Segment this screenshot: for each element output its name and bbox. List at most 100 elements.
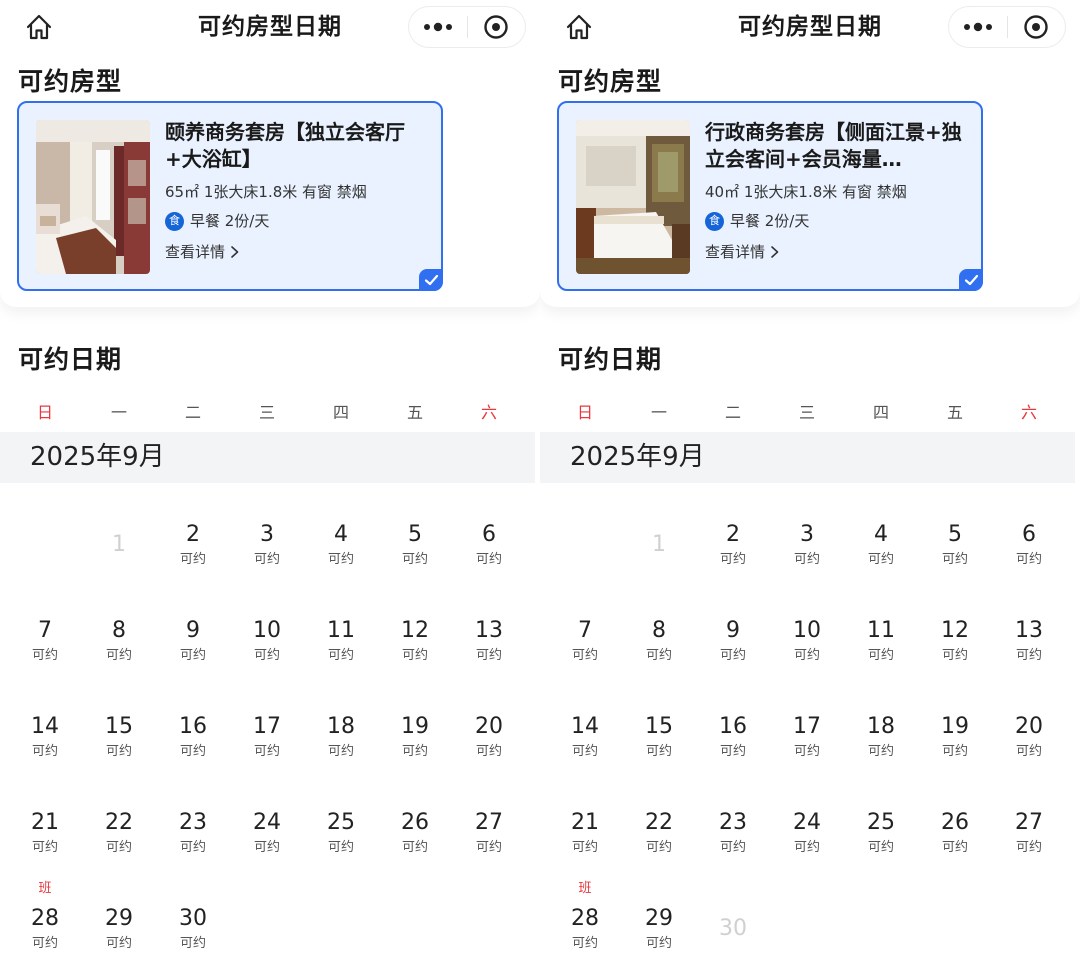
calendar-day[interactable]: 20 可约 — [452, 689, 526, 785]
day-number: 21 — [571, 810, 599, 835]
calendar-day[interactable]: 13 可约 — [992, 593, 1066, 689]
calendar-day[interactable]: 11 可约 — [844, 593, 918, 689]
weekday-mon: 一 — [650, 403, 667, 422]
calendar-day[interactable]: 8 可约 — [82, 593, 156, 689]
calendar-day[interactable]: 班 28 可约 — [8, 881, 82, 973]
calendar-day[interactable]: 4 可约 — [844, 497, 918, 593]
calendar-day[interactable]: 10 可约 — [230, 593, 304, 689]
availability-label: 可约 — [253, 552, 280, 567]
calendar-day[interactable]: 19 可约 — [378, 689, 452, 785]
calendar-day[interactable]: 9 可约 — [696, 593, 770, 689]
room-card-selected[interactable]: 颐养商务套房【独立会客厅+大浴缸】 65㎡ 1张大床1.8米 有窗 禁烟 食 早… — [17, 101, 443, 291]
calendar-day[interactable]: 7 可约 — [548, 593, 622, 689]
calendar-day[interactable]: 23 可约 — [696, 785, 770, 881]
calendar-day[interactable]: 22 可约 — [622, 785, 696, 881]
day-number: 8 — [652, 618, 666, 643]
calendar-day[interactable]: 18 可约 — [304, 689, 378, 785]
calendar-day[interactable]: 24 可约 — [770, 785, 844, 881]
close-button[interactable] — [1007, 7, 1065, 47]
calendar-day[interactable]: 3 可约 — [770, 497, 844, 593]
calendar-day[interactable]: 25 可约 — [844, 785, 918, 881]
availability-label: 可约 — [179, 648, 206, 663]
weekday-wed: 三 — [258, 403, 275, 422]
calendar-day[interactable]: 7 可约 — [8, 593, 82, 689]
calendar-day[interactable]: 14 可约 — [548, 689, 622, 785]
view-detail-label: 查看详情 — [165, 243, 226, 261]
availability-label: 可约 — [31, 840, 58, 855]
availability-label: 可约 — [867, 744, 894, 759]
calendar-day[interactable]: 10 可约 — [770, 593, 844, 689]
calendar-day[interactable]: 2 可约 — [156, 497, 230, 593]
calendar-day[interactable]: 21 可约 — [8, 785, 82, 881]
close-button[interactable] — [467, 7, 525, 47]
more-button[interactable] — [949, 7, 1007, 47]
availability-label: 可约 — [105, 840, 132, 855]
calendar-day[interactable]: 16 可约 — [156, 689, 230, 785]
calendar-day[interactable]: 24 可约 — [230, 785, 304, 881]
availability-label: 可约 — [475, 648, 502, 663]
day-number: 28 — [31, 906, 59, 931]
day-number: 27 — [475, 810, 503, 835]
availability-label: 可约 — [719, 552, 746, 567]
weekday-sat: 六 — [1020, 403, 1037, 422]
day-number: 18 — [327, 714, 355, 739]
calendar-day[interactable]: 27 可约 — [992, 785, 1066, 881]
room-card-selected[interactable]: 行政商务套房【侧面江景+独立会客间+会员海量… 40㎡ 1张大床1.8米 有窗 … — [557, 101, 983, 291]
calendar-day[interactable]: 16 可约 — [696, 689, 770, 785]
calendar-day[interactable]: 3 可约 — [230, 497, 304, 593]
room-breakfast: 食 早餐 2份/天 — [165, 211, 427, 231]
day-number: 8 — [112, 618, 126, 643]
calendar-day: 1 — [82, 497, 156, 593]
view-detail-link[interactable]: 查看详情 — [165, 242, 427, 262]
availability-label: 可约 — [401, 552, 428, 567]
calendar-day[interactable]: 26 可约 — [918, 785, 992, 881]
calendar-day[interactable]: 17 可约 — [770, 689, 844, 785]
calendar-day[interactable]: 班 28 可约 — [548, 881, 622, 973]
calendar-day[interactable]: 30 可约 — [156, 881, 230, 973]
room-section-title: 可约房型 — [558, 67, 663, 96]
day-number: 24 — [793, 810, 821, 835]
calendar-day[interactable]: 5 可约 — [918, 497, 992, 593]
calendar-day[interactable]: 4 可约 — [304, 497, 378, 593]
workday-tag: 班 — [578, 881, 592, 896]
calendar-day[interactable]: 27 可约 — [452, 785, 526, 881]
calendar-day[interactable]: 22 可约 — [82, 785, 156, 881]
calendar-day[interactable]: 13 可约 — [452, 593, 526, 689]
calendar-day[interactable]: 5 可约 — [378, 497, 452, 593]
calendar-day[interactable]: 12 可约 — [918, 593, 992, 689]
calendar-day[interactable]: 15 可约 — [622, 689, 696, 785]
calendar-day[interactable]: 23 可约 — [156, 785, 230, 881]
day-number: 10 — [793, 618, 821, 643]
calendar-day[interactable]: 6 可约 — [452, 497, 526, 593]
view-detail-link[interactable]: 查看详情 — [705, 242, 967, 262]
availability-label: 可约 — [253, 744, 280, 759]
calendar-day[interactable]: 21 可约 — [548, 785, 622, 881]
calendar-day[interactable]: 19 可约 — [918, 689, 992, 785]
availability-label: 可约 — [793, 648, 820, 663]
breakfast-icon: 食 — [705, 211, 724, 231]
calendar-day[interactable]: 29 可约 — [82, 881, 156, 973]
calendar-day[interactable]: 15 可约 — [82, 689, 156, 785]
day-number: 26 — [401, 810, 429, 835]
calendar-day[interactable]: 9 可约 — [156, 593, 230, 689]
availability-label: 可约 — [719, 744, 746, 759]
calendar-day[interactable]: 14 可约 — [8, 689, 82, 785]
calendar-day[interactable]: 6 可约 — [992, 497, 1066, 593]
calendar-day[interactable]: 29 可约 — [622, 881, 696, 973]
calendar-day[interactable]: 17 可约 — [230, 689, 304, 785]
calendar-day[interactable]: 26 可约 — [378, 785, 452, 881]
more-button[interactable] — [409, 7, 467, 47]
calendar-day[interactable]: 8 可约 — [622, 593, 696, 689]
calendar-day[interactable]: 11 可约 — [304, 593, 378, 689]
calendar-day[interactable]: 25 可约 — [304, 785, 378, 881]
calendar-day[interactable]: 12 可约 — [378, 593, 452, 689]
navbar: 可约房型日期 — [540, 0, 1080, 54]
calendar-day[interactable]: 2 可约 — [696, 497, 770, 593]
navbar: 可约房型日期 — [0, 0, 540, 54]
calendar-day[interactable]: 18 可约 — [844, 689, 918, 785]
availability-label: 可约 — [645, 840, 672, 855]
availability-label: 可约 — [179, 744, 206, 759]
day-number: 16 — [719, 714, 747, 739]
weekday-header: 日 一 二 三 四 五 六 — [8, 398, 533, 428]
calendar-day[interactable]: 20 可约 — [992, 689, 1066, 785]
